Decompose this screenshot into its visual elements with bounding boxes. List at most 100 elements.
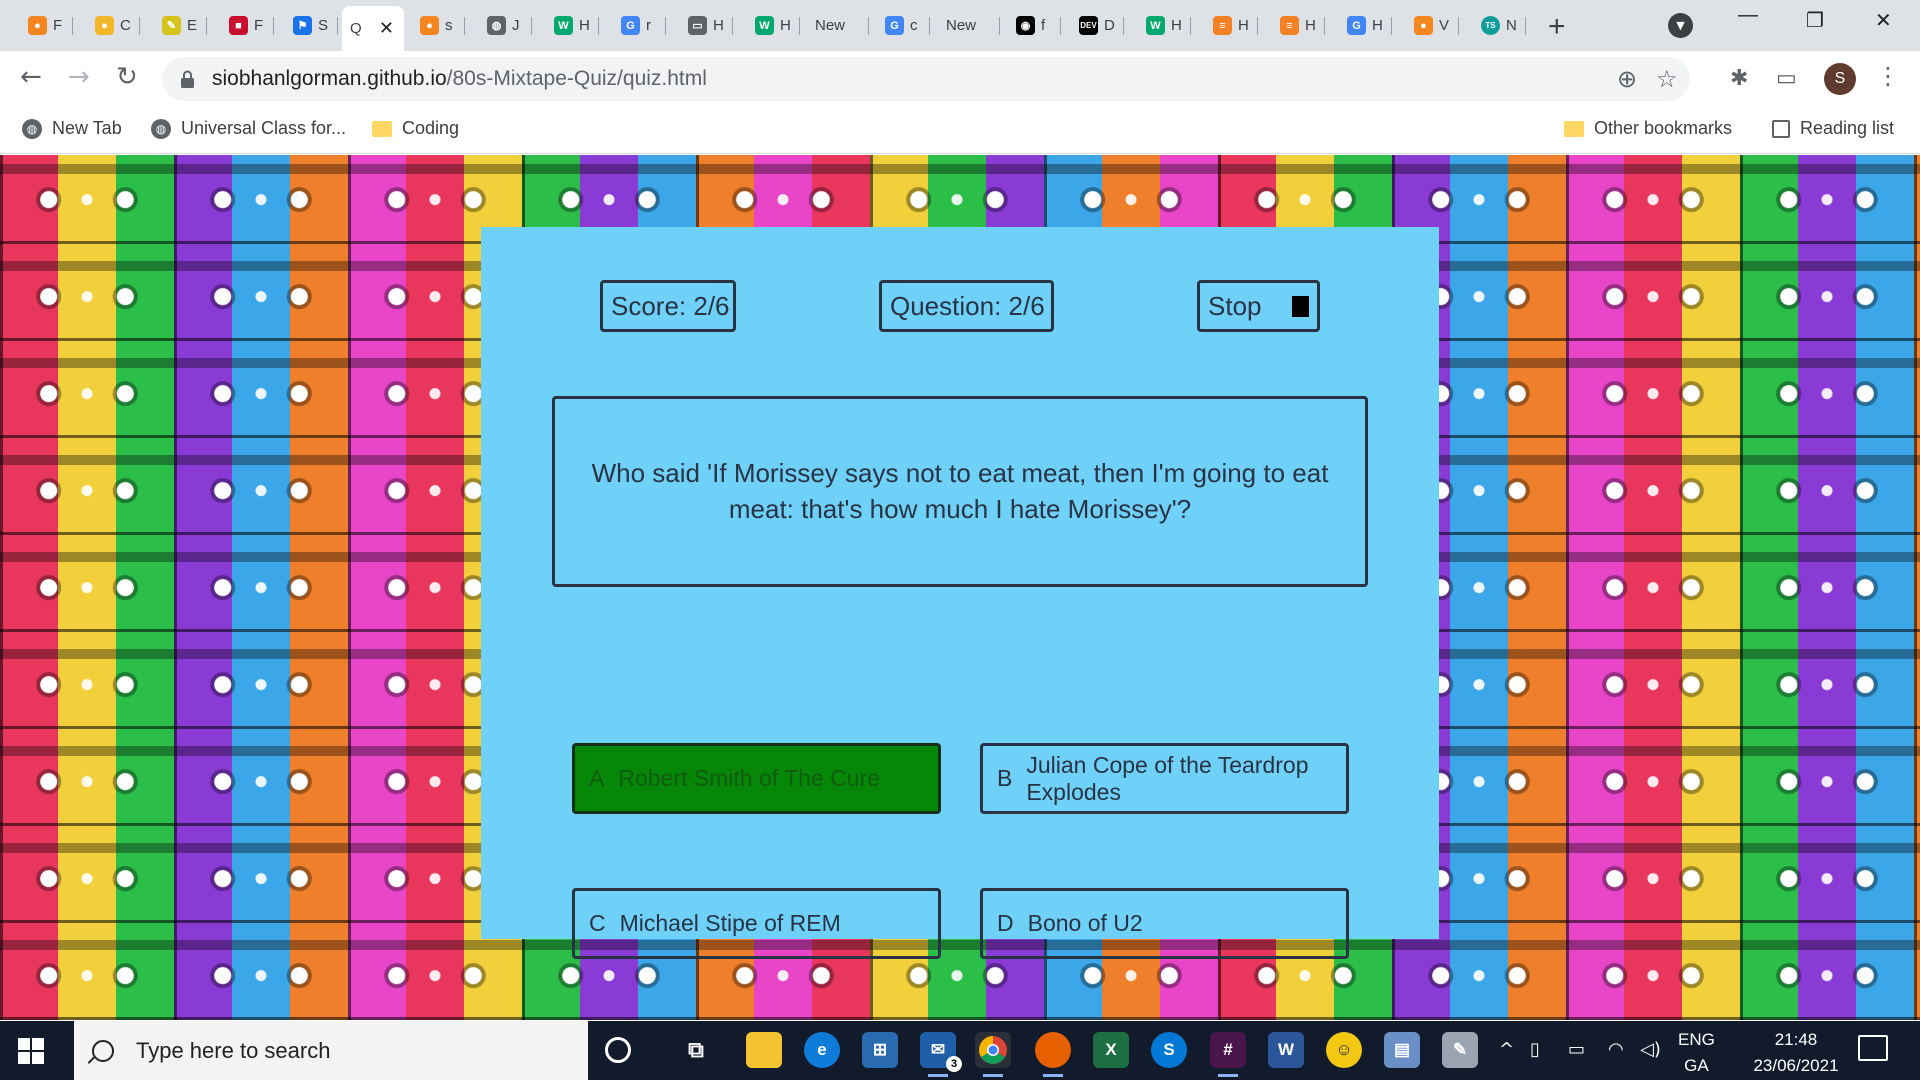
answer-letter: C: [589, 910, 606, 937]
address-bar[interactable]: siobhanlgorman.github.io/80s-Mixtape-Qui…: [162, 57, 1690, 101]
forward-arrow-icon[interactable]: →: [68, 62, 90, 92]
minimize-icon[interactable]: —: [1738, 4, 1758, 27]
mail-icon[interactable]: ✉ 3: [920, 1032, 962, 1077]
browser-tab[interactable]: ◉ f: [1008, 8, 1061, 43]
browser-tab-active[interactable]: Q ✕: [342, 6, 404, 51]
answer-text: Michael Stipe of REM: [619, 910, 841, 937]
notepad-icon[interactable]: ▤: [1384, 1032, 1420, 1068]
stop-button[interactable]: Stop: [1197, 280, 1320, 332]
browser-tab[interactable]: ● s: [412, 8, 465, 43]
paint-icon[interactable]: ✎: [1442, 1032, 1478, 1068]
emoji-app-icon[interactable]: ☺: [1326, 1032, 1362, 1068]
reading-list-button[interactable]: Reading list: [1772, 118, 1894, 139]
answer-d-button[interactable]: D Bono of U2: [980, 888, 1349, 959]
browser-tab[interactable]: ⚑ S: [285, 8, 338, 43]
browser-tab[interactable]: Gc: [877, 8, 930, 43]
answer-a-button[interactable]: A Robert Smith of The Cure: [572, 743, 941, 814]
bookmark-star-icon[interactable]: ☆: [1656, 65, 1678, 93]
wifi-icon[interactable]: ◠: [1608, 1039, 1624, 1060]
codecademy-favicon-icon: ●: [95, 16, 114, 35]
bookmark-coding-folder[interactable]: Coding: [372, 118, 459, 139]
close-window-icon[interactable]: ✕: [1875, 8, 1892, 33]
firefox-icon[interactable]: [1035, 1032, 1071, 1077]
input-language[interactable]: ENG GA: [1678, 1027, 1715, 1079]
zoom-icon[interactable]: ⊕: [1617, 65, 1637, 93]
chrome-icon[interactable]: [975, 1032, 1011, 1077]
answer-letter: B: [997, 765, 1013, 792]
notification-center-icon[interactable]: [1858, 1035, 1888, 1061]
menu-kebab-icon[interactable]: ⋮: [1876, 62, 1900, 90]
question-counter-box: Question: 2/6: [879, 280, 1054, 332]
browser-tab[interactable]: WH: [546, 8, 599, 43]
profile-avatar[interactable]: S: [1824, 63, 1856, 95]
browser-tab[interactable]: New: [807, 8, 869, 43]
restore-icon[interactable]: ❐: [1806, 8, 1824, 33]
orange-fire-favicon-icon: ●: [420, 16, 439, 35]
w3schools-favicon-icon: W: [554, 16, 573, 35]
browser-tab[interactable]: ≡ H: [1205, 8, 1258, 43]
browser-tab[interactable]: WH: [1138, 8, 1191, 43]
browser-tab[interactable]: Gr: [613, 8, 666, 43]
answer-b-button[interactable]: B Julian Cope of the Teardrop Explodes: [980, 743, 1349, 814]
bookmark-new-tab[interactable]: ◍ New Tab: [22, 118, 122, 139]
answer-letter: A: [589, 765, 605, 792]
score-box: Score: 2/6: [600, 280, 736, 332]
quiz-panel: Score: 2/6 Question: 2/6 Stop Who said '…: [481, 227, 1439, 959]
browser-tab[interactable]: ▭ H: [680, 8, 733, 43]
w3schools-favicon-icon: W: [1146, 16, 1165, 35]
tray-device-icon[interactable]: ▯: [1530, 1039, 1540, 1060]
browser-tab[interactable]: GH: [1339, 8, 1392, 43]
pen-favicon-icon: ✎: [162, 16, 181, 35]
slack-icon[interactable]: #: [1210, 1032, 1246, 1077]
w3schools-favicon-icon: W: [755, 16, 774, 35]
taskbar-clock[interactable]: 21:48 23/06/2021: [1734, 1027, 1858, 1079]
back-arrow-icon[interactable]: ←: [20, 62, 42, 92]
flag-favicon-icon: ■: [229, 16, 248, 35]
volume-icon[interactable]: ◁): [1640, 1039, 1661, 1060]
new-tab-plus-icon[interactable]: +: [1548, 10, 1566, 44]
tray-chevron-icon[interactable]: ^: [1499, 1039, 1514, 1060]
browser-tab[interactable]: ■ F: [221, 8, 274, 43]
url-path: /80s-Mixtape-Quiz/quiz.html: [446, 67, 707, 90]
file-explorer-icon[interactable]: [746, 1032, 782, 1068]
skype-icon[interactable]: S: [1151, 1032, 1187, 1068]
tab-search-chevron-icon[interactable]: ▼: [1668, 13, 1693, 38]
browser-tab[interactable]: New: [938, 8, 1000, 43]
clock-date: 23/06/2021: [1753, 1056, 1839, 1075]
browser-tab[interactable]: ● C: [87, 8, 140, 43]
browser-tab[interactable]: WH: [747, 8, 800, 43]
folder-icon: [1564, 120, 1584, 137]
browser-tab[interactable]: ✎ E: [154, 8, 207, 43]
edge-icon[interactable]: e: [804, 1032, 840, 1068]
windows-start-icon[interactable]: [18, 1038, 44, 1064]
close-tab-icon[interactable]: ✕: [379, 18, 394, 39]
cortana-icon[interactable]: [605, 1037, 631, 1063]
task-view-icon[interactable]: ⧉: [678, 1032, 714, 1068]
taskbar-search-box[interactable]: Type here to search: [74, 1021, 588, 1080]
store-icon[interactable]: ⊞: [862, 1032, 898, 1068]
browser-tab[interactable]: ◍ J: [479, 8, 532, 43]
extensions-puzzle-icon[interactable]: ✱: [1730, 66, 1748, 91]
bookmark-other-bookmarks[interactable]: Other bookmarks: [1564, 118, 1732, 139]
reload-icon[interactable]: ↻: [116, 62, 138, 92]
excel-icon[interactable]: X: [1093, 1032, 1129, 1068]
browser-tab[interactable]: ● F: [20, 8, 73, 43]
stackoverflow-favicon-icon: ≡: [1213, 16, 1232, 35]
cast-icon[interactable]: ▭: [1776, 66, 1797, 91]
language-code: ENG: [1678, 1030, 1715, 1049]
browser-tab[interactable]: DEV D: [1071, 8, 1124, 43]
question-box: Who said 'If Morissey says not to eat me…: [552, 396, 1368, 587]
stop-square-icon: [1291, 295, 1309, 317]
battery-icon[interactable]: ▭: [1568, 1039, 1585, 1060]
bookmark-universal-class[interactable]: ◍ Universal Class for...: [151, 118, 346, 139]
word-icon[interactable]: W: [1268, 1032, 1304, 1068]
browser-tab[interactable]: TS N: [1473, 8, 1526, 43]
question-text: Who said 'If Morissey says not to eat me…: [591, 458, 1329, 524]
browser-tab[interactable]: ● V: [1406, 8, 1459, 43]
answer-c-button[interactable]: C Michael Stipe of REM: [572, 888, 941, 959]
browser-tab[interactable]: ≡ H: [1272, 8, 1325, 43]
mail-badge: 3: [946, 1056, 962, 1072]
lock-icon[interactable]: [180, 69, 198, 89]
url-text[interactable]: siobhanlgorman.github.io/80s-Mixtape-Qui…: [212, 67, 707, 91]
keyboard-favicon-icon: ▭: [688, 16, 707, 35]
